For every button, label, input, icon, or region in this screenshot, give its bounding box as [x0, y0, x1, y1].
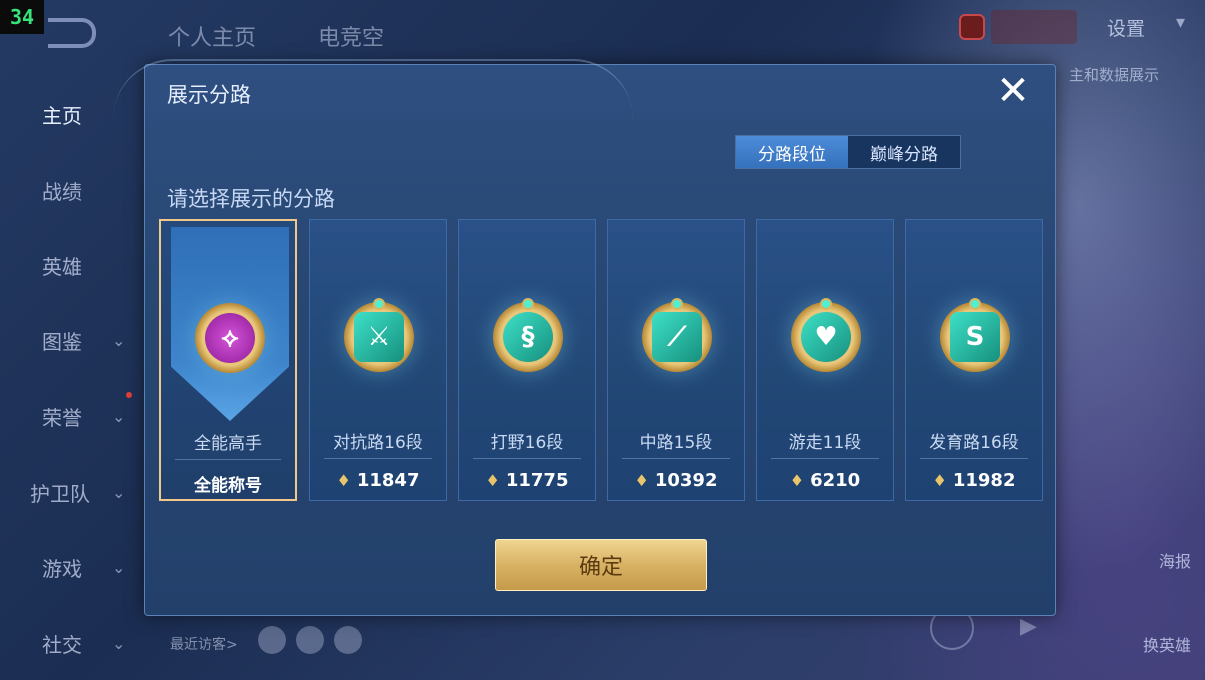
sidebar-item-label: 游戏: [42, 556, 82, 581]
tab-peak-lane[interactable]: 巅峰分路: [848, 136, 960, 168]
sidebar-item-guard[interactable]: 护卫队 ⌄: [0, 472, 140, 512]
sidebar-item-social[interactable]: 社交 ⌄: [0, 623, 140, 663]
tab-esports[interactable]: 电竞空: [318, 20, 384, 52]
divider: [324, 458, 432, 459]
lane-card-score: ♦ 6210: [789, 470, 861, 491]
divider: [771, 458, 879, 459]
chevron-down-icon: ⌄: [112, 633, 126, 653]
sidebar-item-label: 英雄: [42, 254, 82, 279]
chevron-down-icon: ⌄: [112, 330, 126, 350]
recent-visitors-link[interactable]: 最近访客>: [170, 634, 238, 654]
dialog-title: 展示分路: [167, 83, 251, 107]
chevron-down-icon: ⌄: [112, 557, 126, 577]
lane-card-label: 发育路16段: [929, 433, 1019, 453]
divider: [920, 458, 1028, 459]
clash-lane-icon: ⚔: [344, 298, 414, 372]
lane-type-switch: 分路段位 巅峰分路: [735, 135, 961, 169]
sidebar-item-label: 图鉴: [42, 329, 82, 354]
lane-card-label: 打野16段: [490, 433, 564, 453]
visitor-avatars: [258, 626, 362, 654]
lane-card-clash[interactable]: ⚔ 对抗路16段 ♦ 11847: [309, 219, 447, 501]
vip-icon[interactable]: [959, 14, 985, 40]
visitor-avatar[interactable]: [258, 626, 286, 654]
tab-lane-rank[interactable]: 分路段位: [736, 136, 848, 168]
lane-card-mid[interactable]: ⟋ 中路15段 ♦ 10392: [607, 219, 745, 501]
sidebar-item-label: 社交: [42, 632, 82, 657]
poster-button[interactable]: 海报: [1159, 548, 1191, 572]
lane-card-score: ♦ 10392: [634, 470, 718, 491]
lane-card-value: 全能称号: [194, 476, 262, 496]
peak-score-icon: ♦: [932, 471, 947, 490]
divider: [622, 458, 730, 459]
sidebar-item-game[interactable]: 游戏 ⌄: [0, 547, 140, 587]
mid-lane-icon: ⟋: [642, 298, 712, 372]
settings-dropdown-icon[interactable]: ▾: [1176, 12, 1185, 33]
lane-card-label: 全能高手: [194, 434, 262, 454]
play-icon[interactable]: ▶: [1020, 614, 1037, 639]
tab-profile[interactable]: 个人主页: [168, 20, 256, 52]
divider: [175, 459, 281, 460]
divider: [473, 458, 581, 459]
peak-score-icon: ♦: [485, 471, 500, 490]
sidebar-item-record[interactable]: 战绩: [0, 170, 140, 210]
peak-score-icon: ♦: [336, 471, 351, 490]
change-hero-button[interactable]: 换英雄: [1143, 632, 1191, 656]
lane-card-label: 游走11段: [788, 433, 862, 453]
lane-card-allround[interactable]: ⟡ 全能高手 全能称号: [159, 219, 297, 501]
close-icon[interactable]: ✕: [991, 68, 1035, 114]
lane-card-score: ♦ 11775: [485, 470, 569, 491]
farm-lane-icon: S: [940, 298, 1010, 372]
peak-score-icon: ♦: [789, 471, 805, 490]
roam-icon: ♥: [791, 298, 861, 372]
chevron-down-icon: ⌄: [112, 406, 126, 426]
settings-button[interactable]: 设置: [1107, 14, 1145, 41]
vip-banner[interactable]: [991, 10, 1077, 44]
lane-display-dialog: 展示分路 ✕ 分路段位 巅峰分路 请选择展示的分路 ⟡ 全能高手 全能称号 ⚔ …: [113, 59, 1056, 616]
sidebar-item-label: 荣誉: [42, 405, 82, 430]
lane-card-label: 对抗路16段: [333, 433, 423, 453]
sidebar-item-heroes[interactable]: 英雄: [0, 245, 140, 285]
peak-score-icon: ♦: [634, 471, 649, 490]
confirm-button[interactable]: 确定: [495, 539, 707, 591]
sidebar-item-honor[interactable]: 荣誉 ⌄: [0, 392, 140, 436]
lane-card-score: ♦ 11982: [932, 470, 1016, 491]
lane-card-label: 中路15段: [639, 433, 713, 453]
lane-card-jungle[interactable]: § 打野16段 ♦ 11775: [458, 219, 596, 501]
lane-card-roam[interactable]: ♥ 游走11段 ♦ 6210: [756, 219, 894, 501]
select-prompt: 请选择展示的分路: [167, 187, 335, 211]
lane-card-score: ♦ 11847: [336, 470, 420, 491]
background-caption: 主和数据展示: [1068, 66, 1159, 84]
sidebar-item-label: 护卫队: [30, 481, 90, 506]
notification-dot: [126, 392, 132, 398]
chevron-down-icon: ⌄: [112, 482, 126, 502]
visitor-avatar[interactable]: [334, 626, 362, 654]
back-icon[interactable]: [48, 18, 96, 48]
sidebar-item-label: 战绩: [42, 179, 82, 204]
visitor-avatar[interactable]: [296, 626, 324, 654]
sidebar-item-codex[interactable]: 图鉴 ⌄: [0, 320, 140, 360]
allround-icon: ⟡: [195, 303, 265, 373]
jungle-icon: §: [493, 298, 563, 372]
fps-counter: 34: [0, 0, 44, 34]
lane-card-farm[interactable]: S 发育路16段 ♦ 11982: [905, 219, 1043, 501]
sidebar-item-label: 主页: [42, 103, 82, 128]
